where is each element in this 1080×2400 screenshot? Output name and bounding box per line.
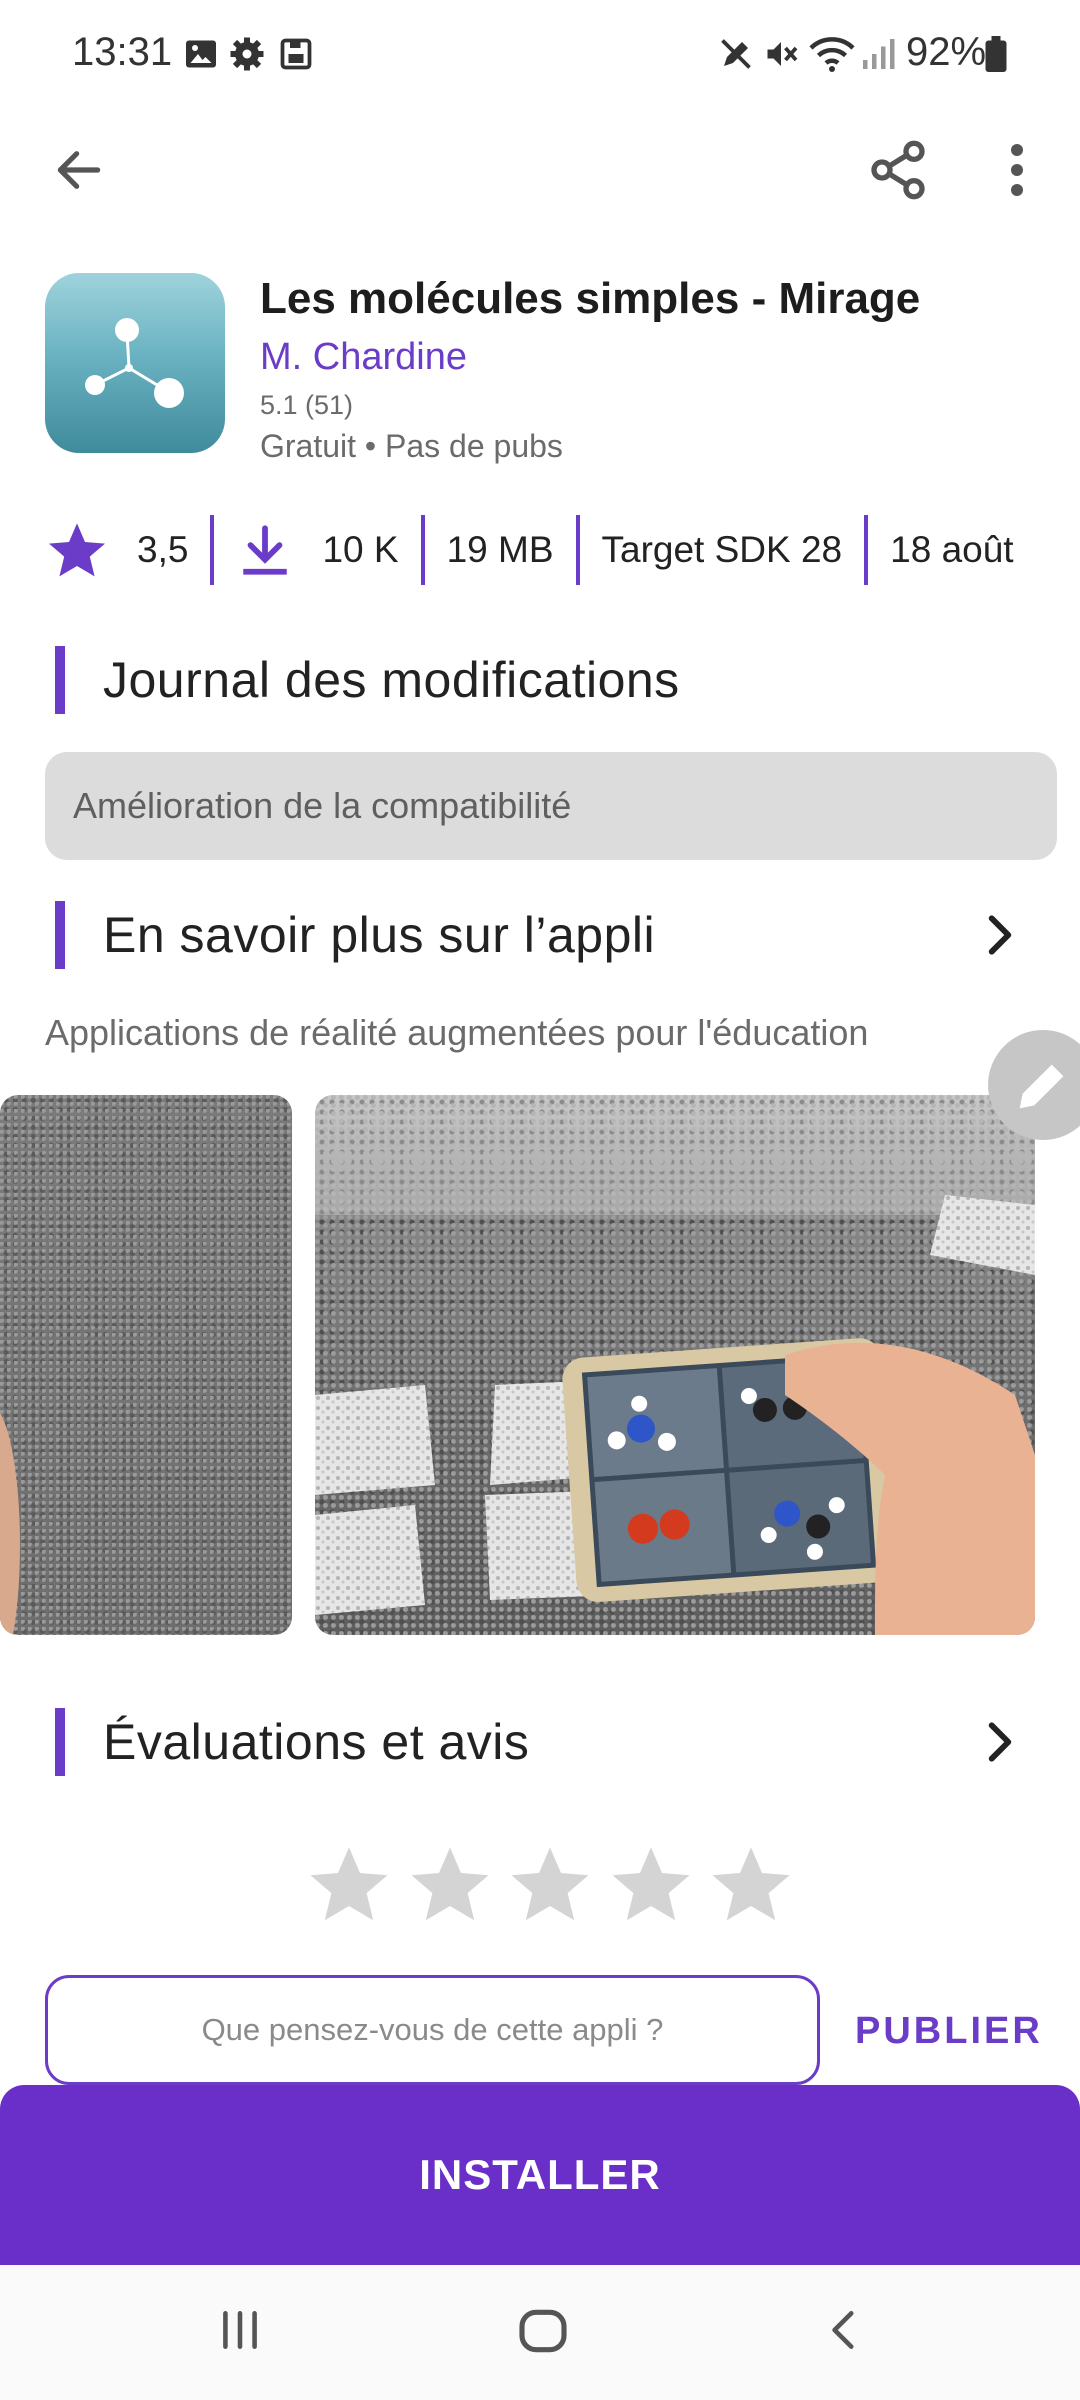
back-button[interactable] xyxy=(34,125,124,215)
signal-icon xyxy=(863,39,895,69)
app-title: Les molécules simples - Mirage xyxy=(260,274,921,323)
molecule-icon xyxy=(85,318,184,408)
section-accent-bar xyxy=(55,901,65,969)
about-title: En savoir plus sur l’appli xyxy=(103,907,656,963)
gallery-icon xyxy=(186,40,216,68)
pencil-icon xyxy=(1019,1064,1064,1109)
star-outline-icon[interactable] xyxy=(607,1840,695,1928)
size-stat: 19 MB xyxy=(425,515,576,585)
settings-icon xyxy=(230,37,264,71)
share-icon xyxy=(871,140,925,200)
stats-row: 3,5 10 K 19 MB Target SDK 28 18 août xyxy=(45,510,1065,590)
developer-link[interactable]: M. Chardine xyxy=(260,336,467,379)
system-nav-bar xyxy=(0,2265,1080,2400)
reviews-title: Évaluations et avis xyxy=(103,1714,530,1770)
changelog-title: Journal des modifications xyxy=(103,652,680,708)
target-sdk-value: Target SDK 28 xyxy=(601,529,843,570)
size-value: 19 MB xyxy=(446,529,554,570)
rating-value: 3,5 xyxy=(137,529,189,570)
section-accent-bar xyxy=(55,1708,65,1776)
downloads-value: 10 K xyxy=(322,529,399,570)
save-icon xyxy=(280,38,312,70)
more-options-button[interactable] xyxy=(972,125,1062,215)
status-bar: 13:31 92% xyxy=(0,0,1080,110)
rating-stars xyxy=(305,1840,795,1930)
publish-button[interactable]: PUBLIER xyxy=(855,2010,1043,2053)
arrow-left-icon xyxy=(57,151,101,189)
star-icon xyxy=(49,523,105,577)
app-icon xyxy=(45,273,225,453)
home-icon[interactable] xyxy=(515,2303,571,2359)
star-outline-icon[interactable] xyxy=(707,1840,795,1928)
downloads-stat: 10 K xyxy=(214,515,420,585)
review-input[interactable]: Que pensez-vous de cette appli ? xyxy=(45,1975,820,2085)
download-icon xyxy=(243,525,288,575)
screenshot-image xyxy=(315,1095,1035,1635)
back-nav-icon[interactable] xyxy=(820,2305,870,2355)
about-header[interactable]: En savoir plus sur l’appli xyxy=(55,900,1025,970)
rating-stat: 3,5 xyxy=(45,515,210,585)
reviews-header[interactable]: Évaluations et avis xyxy=(55,1707,1025,1777)
app-pricing: Gratuit • Pas de pubs xyxy=(260,428,563,464)
recent-apps-icon[interactable] xyxy=(215,2305,265,2355)
battery-icon xyxy=(985,36,1007,72)
changelog-text: Amélioration de la compatibilité xyxy=(45,752,1057,860)
install-label: INSTALLER xyxy=(419,2151,661,2198)
more-vert-icon xyxy=(1011,144,1023,196)
status-time: 13:31 xyxy=(72,30,173,74)
chevron-right-icon xyxy=(988,1722,1012,1762)
section-accent-bar xyxy=(55,646,65,714)
star-outline-icon[interactable] xyxy=(406,1840,494,1928)
chevron-right-icon xyxy=(988,915,1012,955)
star-outline-icon[interactable] xyxy=(305,1840,393,1928)
review-input-placeholder: Que pensez-vous de cette appli ? xyxy=(201,2012,664,2047)
screenshot-2[interactable] xyxy=(315,1095,1035,1635)
screenshot-1[interactable] xyxy=(0,1095,292,1635)
battery-percent: 92% xyxy=(906,30,987,74)
mute-icon xyxy=(767,42,798,66)
star-outline-icon[interactable] xyxy=(506,1840,594,1928)
app-version: 5.1 (51) xyxy=(260,390,354,420)
about-description: Applications de réalité augmentées pour … xyxy=(45,1012,869,1053)
wifi-icon xyxy=(809,37,855,72)
changelog-header: Journal des modifications xyxy=(55,645,1025,715)
no-pen-icon xyxy=(721,39,751,69)
date-stat: 18 août xyxy=(868,515,1013,585)
target-sdk-stat: Target SDK 28 xyxy=(580,515,865,585)
install-button[interactable]: INSTALLER xyxy=(0,2085,1080,2265)
share-button[interactable] xyxy=(853,125,943,215)
screenshot-image xyxy=(0,1413,20,1635)
date-value: 18 août xyxy=(890,529,1014,570)
